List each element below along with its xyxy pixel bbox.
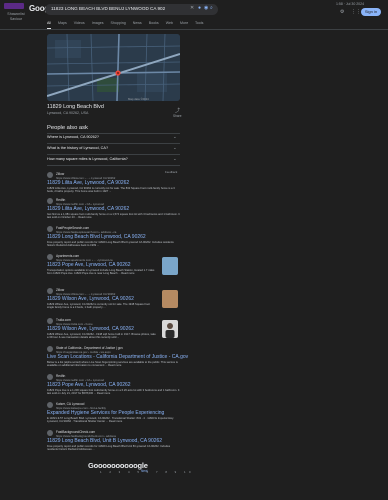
result-snippet: 11823 Pope Ave is a 1,230 square foot mu… [47,388,180,396]
result-snippet: 11829 Lilita Ave, Lynwood, CA 90262 is c… [47,186,175,194]
share-label[interactable]: Share [173,114,182,118]
result-snippet: Transportation options available in Lynw… [47,268,155,276]
result-title[interactable]: 11829 Wilson Ave, Lynwood, CA 90262 [47,296,134,302]
tab-news[interactable]: News [133,21,142,29]
result-title[interactable]: 11823 Pope Ave, Lynwood, CA 90262 [47,382,131,388]
result-title[interactable]: 11829 Wilson Ave, Lynwood, CA 90262 [47,326,134,332]
result-url[interactable]: https://www.kaiserpe.com › find-a-facili… [56,406,106,410]
sidebar-label: Shawonlist Saviour [7,12,25,21]
logo-os: oooooooooo [93,461,138,470]
place-address: Lynwood, CA 90262, USA [47,111,89,115]
result-snippet: 11829 Wilson Ave, Lynwood, CA 90262 is c… [47,302,150,310]
pagination-logo: Goooooooooogle [88,461,148,470]
tab-maps[interactable]: Maps [58,21,67,29]
chevron-down-icon[interactable]: ⌄ [173,145,177,151]
result-title[interactable]: Live Scan Locations - California Departm… [47,354,188,360]
search-icon[interactable]: ⌕ [210,5,213,11]
result-url[interactable]: https://www.redfin.com › CA › Lynwood [56,378,104,382]
site-favicon [47,198,53,204]
paa-divider [47,143,180,144]
feedback-link[interactable]: Feedback [165,170,177,174]
paa-question[interactable]: Where is Lynwood, CA 90262? [47,135,99,139]
map-streets [47,34,180,101]
search-tabs: All Maps Videos Images Shopping News Boo… [47,21,188,29]
result-title[interactable]: 11829 Long Beach Blvd Lynwood, CA 90262 [47,234,146,240]
header-divider [0,29,388,30]
result-snippet: Free property report and public records … [47,444,171,452]
result-snippet: Free property report and public records … [47,240,174,248]
paa-divider [47,165,180,166]
people-also-ask-heading: People also ask [47,125,88,131]
site-favicon [47,402,53,408]
tools-button[interactable]: Tools [195,21,203,25]
map-credit: Map data ©2024 [128,97,149,101]
paa-question[interactable]: What is the history of Lynwood, CA? [47,146,108,150]
camera-icon[interactable]: ◉ [204,5,208,11]
tab-books[interactable]: Books [149,21,159,29]
result-title[interactable]: 11823 Pope Ave, Lynwood, CA 90262 [47,262,131,268]
tab-all[interactable]: All [47,21,51,29]
site-favicon [47,430,53,436]
clear-icon[interactable]: ✕ [190,5,194,11]
result-title[interactable]: Expanded Hygiene Services for People Exp… [47,410,164,416]
site-favicon [47,172,53,178]
system-tray: 1:58 · Jul 30 2024 [336,2,365,6]
result-thumbnail[interactable] [162,257,178,275]
next-page-link[interactable]: Next [141,469,148,473]
site-favicon [47,318,53,324]
result-url[interactable]: https://www.fastbackgroundcheck.com › ad… [56,434,116,438]
paa-question[interactable]: How many square miles is Lynwood, Califo… [47,157,128,161]
person-icon [165,323,175,338]
map-preview[interactable] [47,34,180,101]
result-thumbnail[interactable] [162,320,178,338]
place-title[interactable]: 11829 Long Beach Blvd [47,104,104,110]
result-snippet: E 11821-9-57 Long Beach Blvd. Lynwood, C… [47,416,174,424]
site-favicon [47,374,53,380]
chevron-down-icon[interactable]: ⌄ [173,134,177,140]
share-icon[interactable]: ⤴ [175,107,180,114]
result-thumbnail[interactable] [162,290,178,308]
site-favicon [47,226,53,232]
result-snippet: 11829 Wilson Ave, Lynwood, CA 90262 - 19… [47,332,156,340]
result-url[interactable]: https://meganslaw.ca.gov › mobile › ws.a… [56,350,111,354]
tab-shopping[interactable]: Shopping [111,21,126,29]
tab-images[interactable]: Images [92,21,104,29]
result-title[interactable]: 11829 Lilita Ave, Lynwood, CA 90262 [47,206,129,212]
result-url[interactable]: https://www.trulia.com › home [56,322,93,326]
result-url[interactable]: https://www.redfin.com › CA › Lynwood [56,202,104,206]
result-url[interactable]: https://www.zillow.com › ... › Lynwood C… [56,292,115,296]
site-favicon [47,254,53,260]
sign-in-button[interactable]: Sign in [361,8,381,16]
chevron-down-icon[interactable]: ⌄ [173,156,177,162]
result-url[interactable]: https://www.apartments.com › ... › lynwo… [56,258,113,262]
result-snippet: Below is a list (alpha sorted) where Liv… [47,360,178,368]
search-input[interactable]: 11823 LONG BEACH BLVD BENUJ LYNWOOD CA 9… [51,6,165,11]
site-favicon [47,346,53,352]
tab-videos[interactable]: Videos [74,21,85,29]
result-url[interactable]: https://www.fastpeoplesearch.com › addre… [56,230,116,234]
profile-badge[interactable] [4,3,24,9]
paa-divider [47,133,180,134]
result-snippet: Get find us a 1,081 square foot multi-fa… [47,212,180,220]
apps-grid-icon[interactable]: ⋮⋮ [351,9,361,15]
tab-web[interactable]: Web [166,21,173,29]
paa-divider [47,154,180,155]
tab-more[interactable]: More [180,21,188,29]
gear-icon[interactable]: ⚙ [340,9,344,15]
mic-icon[interactable]: ● [198,5,201,11]
site-favicon [47,288,53,294]
result-title[interactable]: 11829 Lilita Ave, Lynwood, CA 90262 [47,180,129,186]
result-url[interactable]: https://www.zillow.com › ... › Lynwood C… [56,176,115,180]
result-title[interactable]: 11829 Long Beach Blvd, Unit B Lynwood, C… [47,438,162,444]
